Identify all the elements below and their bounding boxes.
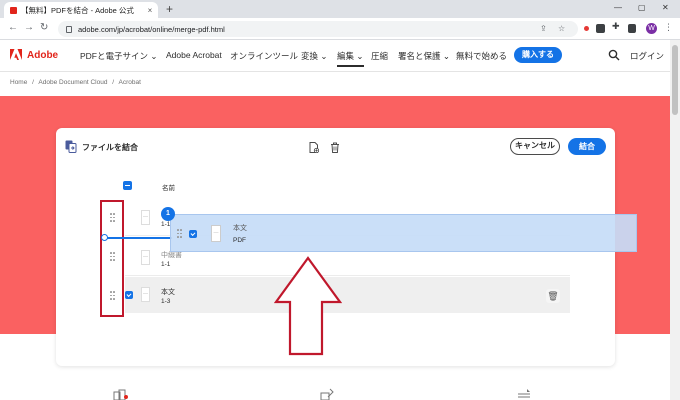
annotation-up-arrow xyxy=(274,256,342,356)
extension-m-icon[interactable] xyxy=(596,24,605,33)
profile-avatar[interactable]: W xyxy=(646,23,657,34)
maximize-icon[interactable]: ▢ xyxy=(638,3,646,12)
login-link[interactable]: ログイン xyxy=(630,50,664,62)
forward-icon[interactable]: → xyxy=(24,22,34,34)
card-title: ファイルを結合 xyxy=(82,143,138,152)
annotation-highlight-box xyxy=(100,200,124,317)
nav-convert[interactable]: 変換 ⌄ xyxy=(301,50,328,62)
file-thumbnail: — xyxy=(141,250,150,265)
share-icon[interactable]: ⇪ xyxy=(540,24,547,33)
adobe-logo-icon xyxy=(10,49,22,60)
row-checkbox[interactable] xyxy=(189,230,197,238)
file-pages: 1-3 xyxy=(161,298,171,305)
bookmark-star-icon[interactable]: ☆ xyxy=(558,24,565,33)
nav-online-tools[interactable]: オンラインツール xyxy=(230,50,298,62)
file-row[interactable]: — 本文 1-3 🗑 xyxy=(125,277,570,313)
combine-button[interactable]: 結合 xyxy=(568,138,606,155)
add-file-icon[interactable] xyxy=(309,142,319,153)
browser-toolbar: ← → ↻ adobe.com/jp/acrobat/online/merge-… xyxy=(0,18,680,40)
drag-count-badge: 1 xyxy=(161,207,175,221)
address-bar[interactable]: adobe.com/jp/acrobat/online/merge-pdf.ht… xyxy=(58,21,578,37)
nav-compress[interactable]: 圧縮 xyxy=(371,50,388,62)
file-name: 本文 xyxy=(233,225,247,232)
browser-tab[interactable]: 【無料】PDFを結合 - Adobe 公式 × xyxy=(4,2,158,18)
breadcrumb-home[interactable]: Home xyxy=(10,79,27,86)
search-icon[interactable] xyxy=(608,49,620,61)
new-tab-button[interactable]: + xyxy=(166,2,173,16)
extensions-puzzle-icon[interactable]: ✚ xyxy=(612,21,621,31)
cancel-button[interactable]: キャンセル xyxy=(510,138,560,155)
breadcrumb-separator: / xyxy=(32,79,34,86)
url-text: adobe.com/jp/acrobat/online/merge-pdf.ht… xyxy=(78,24,225,34)
browser-menu-icon[interactable]: ⋮ xyxy=(664,22,673,33)
breadcrumb: Home / Adobe Document Cloud / Acrobat xyxy=(10,79,144,86)
reload-icon[interactable]: ↻ xyxy=(40,22,48,34)
window-close-icon[interactable]: ✕ xyxy=(662,3,669,12)
delete-file-icon[interactable]: 🗑 xyxy=(546,289,560,303)
column-header-name: 名前 xyxy=(162,185,175,192)
minimize-icon[interactable]: — xyxy=(614,3,622,12)
tab-title: 【無料】PDFを結合 - Adobe 公式 xyxy=(21,5,134,15)
back-icon[interactable]: ← xyxy=(8,22,18,34)
breadcrumb-acrobat[interactable]: Acrobat xyxy=(119,79,141,86)
extension-red-dot-icon[interactable] xyxy=(584,26,589,31)
breadcrumb-separator: / xyxy=(112,79,115,86)
file-thumbnail: — xyxy=(141,287,150,302)
breadcrumb-document-cloud[interactable]: Adobe Document Cloud xyxy=(38,79,107,86)
file-pages: 1-1 xyxy=(161,261,171,268)
file-type: PDF xyxy=(233,237,246,244)
scrollbar-thumb[interactable] xyxy=(672,45,678,115)
tab-close-icon[interactable]: × xyxy=(145,6,155,15)
drop-indicator-line xyxy=(106,237,172,239)
file-name: 本文 xyxy=(161,289,175,296)
file-thumbnail: — xyxy=(211,225,221,242)
nav-pdf-esign[interactable]: PDFと電子サイン ⌄ xyxy=(80,50,158,62)
adobe-favicon-icon xyxy=(10,6,17,14)
browser-tab-strip: 【無料】PDFを結合 - Adobe 公式 × + — ▢ ✕ xyxy=(0,0,680,18)
buy-button[interactable]: 購入する xyxy=(514,47,562,63)
nav-adobe-acrobat[interactable]: Adobe Acrobat xyxy=(166,50,222,60)
feature-organize-icon xyxy=(518,389,530,398)
nav-sign-protect[interactable]: 署名と保護 ⌄ xyxy=(398,50,450,62)
file-pages: 1-1 xyxy=(161,221,171,228)
delete-all-icon[interactable] xyxy=(330,142,340,153)
feature-files-icon xyxy=(113,389,128,400)
drop-indicator-dot xyxy=(101,234,108,241)
dragged-file-row[interactable]: — 本文 PDF xyxy=(170,214,637,252)
lock-icon xyxy=(66,25,72,33)
adobe-brand-text: Adobe xyxy=(27,49,59,61)
file-thumbnail: — xyxy=(141,210,150,225)
select-all-checkbox[interactable] xyxy=(123,181,132,190)
row-checkbox[interactable] xyxy=(125,291,133,299)
feature-edit-icon xyxy=(320,388,334,400)
nav-edit[interactable]: 編集 ⌄ xyxy=(337,50,364,67)
nav-free-start[interactable]: 無料で始める xyxy=(456,50,507,62)
combine-files-icon xyxy=(65,140,77,153)
site-header: Adobe PDFと電子サイン ⌄ Adobe Acrobat オンラインツール… xyxy=(0,40,680,72)
drag-handle-icon[interactable] xyxy=(177,229,183,238)
adobe-logo[interactable]: Adobe xyxy=(10,49,58,61)
sidepanel-icon[interactable] xyxy=(628,24,636,33)
